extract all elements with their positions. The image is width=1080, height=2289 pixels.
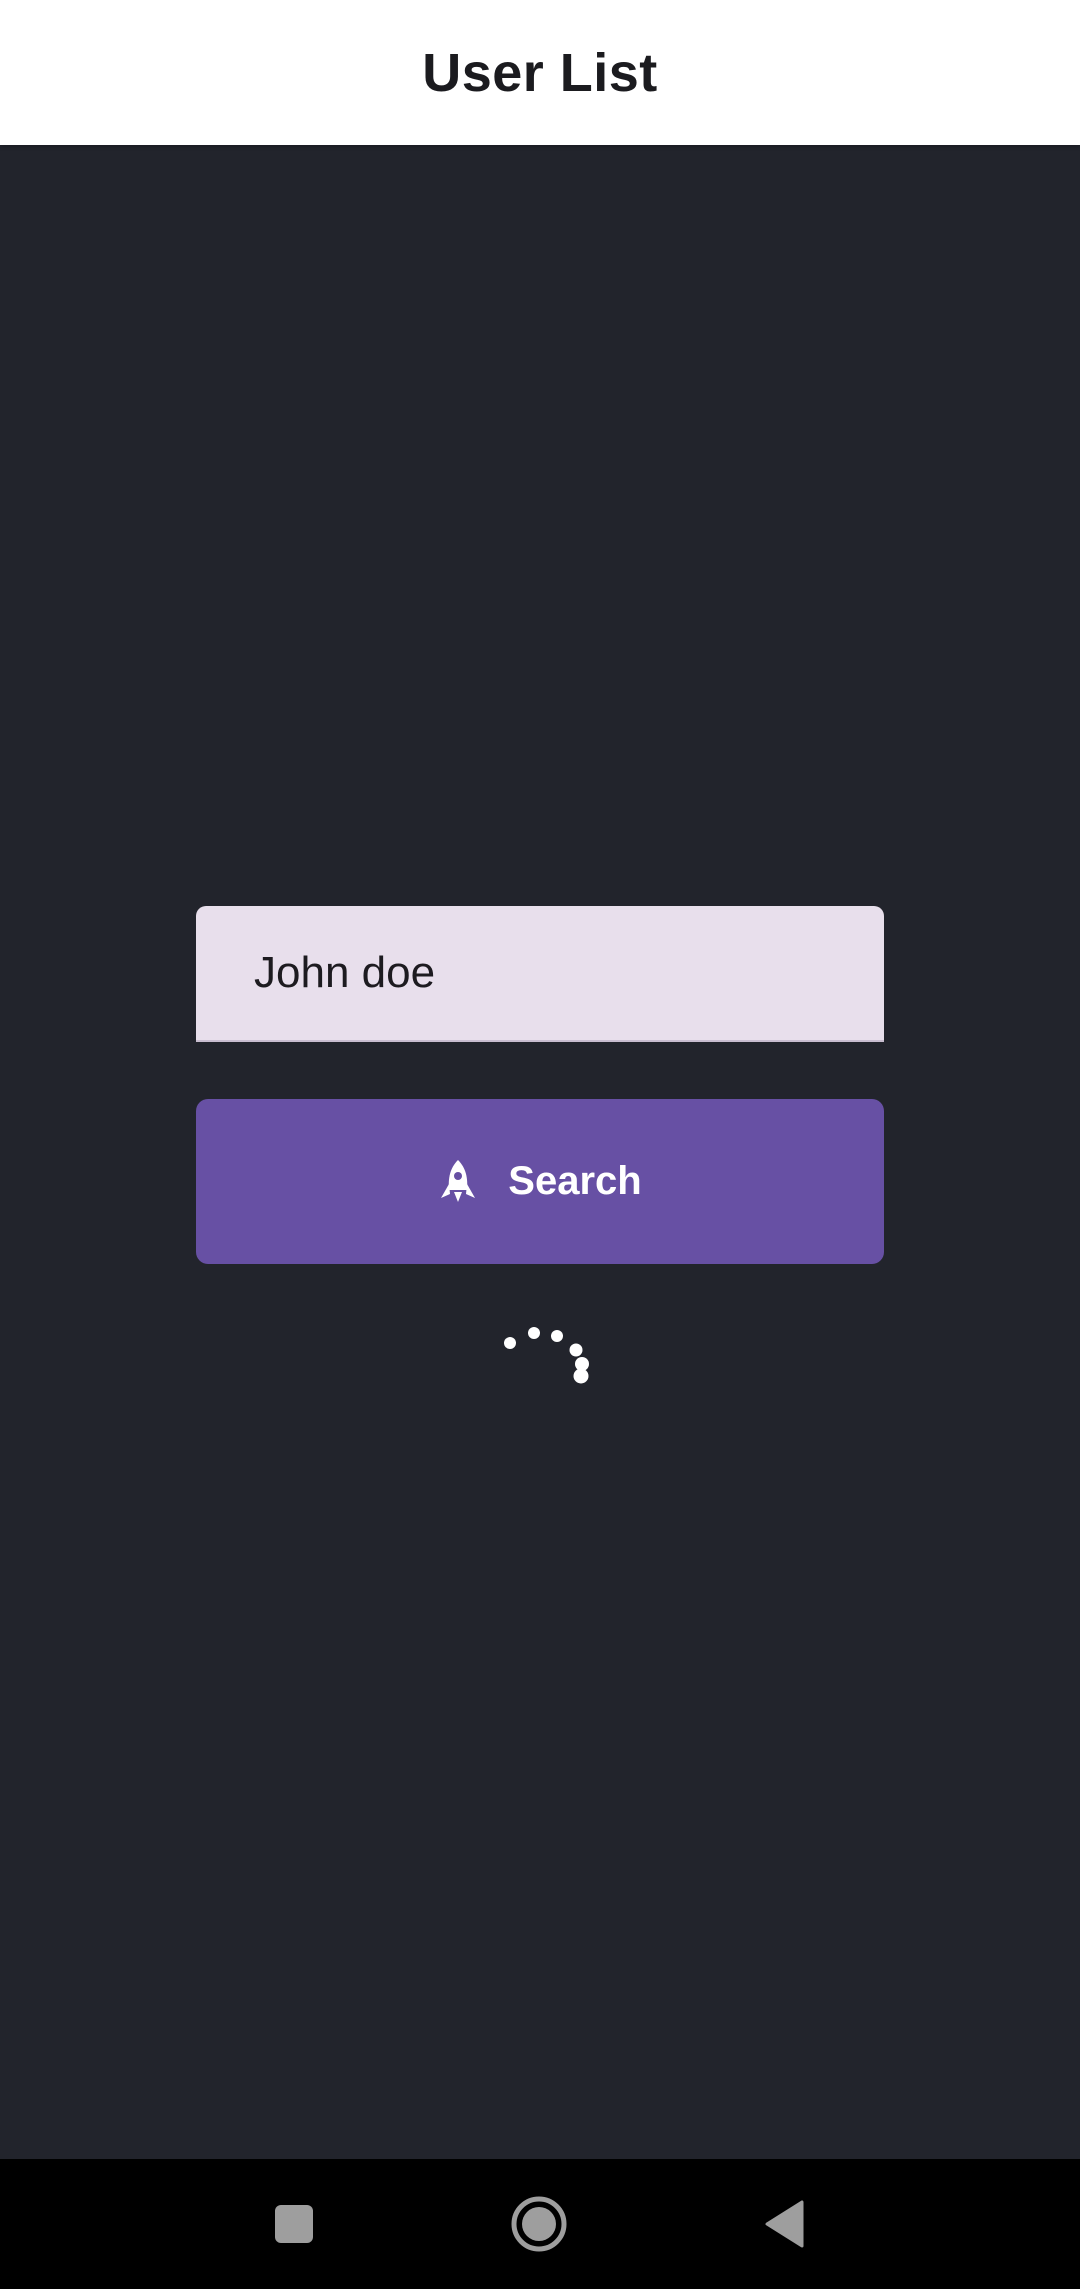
recents-square-icon[interactable] (264, 2194, 324, 2254)
top-app-bar: User List (0, 0, 1080, 145)
system-navigation-bar (0, 2159, 1080, 2289)
loading-spinner (496, 1320, 596, 1390)
page-title: User List (422, 42, 658, 103)
search-input[interactable] (254, 948, 884, 998)
rocket-icon (438, 1158, 478, 1206)
search-button-label: Search (508, 1159, 642, 1203)
back-triangle-icon[interactable] (754, 2194, 814, 2254)
screen: User List Search (0, 0, 1080, 2289)
search-field[interactable] (196, 906, 884, 1042)
home-circle-icon[interactable] (509, 2194, 569, 2254)
search-button[interactable]: Search (196, 1099, 884, 1264)
